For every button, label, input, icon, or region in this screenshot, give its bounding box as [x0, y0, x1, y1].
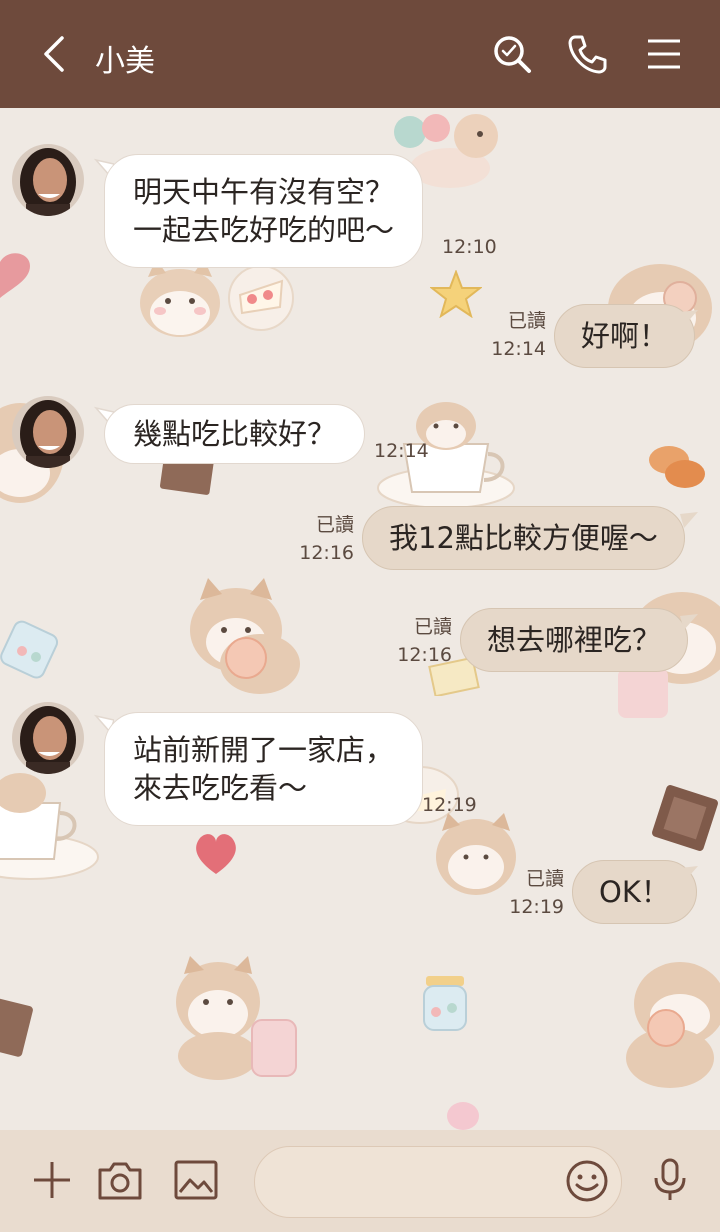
input-bar [0, 1130, 720, 1232]
bread-icon [649, 446, 705, 488]
star-icon [430, 270, 482, 318]
chat-area[interactable]: 明天中午有沒有空？ 一起去吃好吃的吧～ 12:10 已讀 12:14 好啊！ 幾… [0, 108, 720, 1130]
back-arrow-icon[interactable] [36, 34, 72, 74]
message-bubble[interactable]: OK！ [572, 860, 697, 924]
message-bubble[interactable]: 我12點比較方便喔～ [362, 506, 685, 570]
chat-header: 小美 [0, 0, 720, 108]
camera-icon[interactable] [96, 1156, 144, 1204]
candy-jar-icon [0, 620, 59, 679]
message-text: 我12點比較方便喔～ [389, 521, 658, 555]
message-text: 想去哪裡吃？ [487, 623, 662, 657]
avatar-photo [12, 144, 84, 216]
ice-cream-icon [447, 1102, 479, 1130]
chocolate-icon [0, 996, 33, 1057]
heart-icon [196, 834, 236, 874]
message-bubble[interactable]: 想去哪裡吃？ [460, 608, 689, 672]
bubble-tail [680, 512, 698, 528]
avatar-photo [12, 702, 84, 774]
read-receipt: 已讀 [413, 616, 452, 638]
contact-avatar[interactable] [12, 396, 84, 468]
microphone-icon[interactable] [646, 1156, 694, 1204]
image-icon[interactable] [172, 1156, 220, 1204]
bubble-tail [680, 866, 698, 882]
phone-icon[interactable] [565, 32, 609, 76]
message-text: OK！ [599, 875, 670, 909]
contact-avatar[interactable] [12, 702, 84, 774]
message-text: 來去吃吃看～ [133, 771, 308, 805]
read-receipt: 已讀 [525, 868, 564, 890]
message-time: 12:19 [509, 896, 564, 918]
read-receipt: 已讀 [315, 514, 354, 536]
avatar-photo [12, 396, 84, 468]
message-bubble[interactable]: 站前新開了一家店， 來去吃吃看～ [104, 712, 424, 826]
shiba-dog-balloon-icon [626, 962, 720, 1088]
read-receipt: 已讀 [507, 310, 546, 332]
message-text: 幾點吃比較好？ [133, 417, 337, 451]
message-bubble[interactable]: 幾點吃比較好？ [104, 404, 366, 464]
shiba-dog-balloon-icon [190, 578, 300, 694]
menu-icon[interactable] [642, 32, 686, 76]
bubble-tail [680, 614, 698, 630]
chocolate-icon [652, 785, 718, 851]
message-bubble[interactable]: 明天中午有沒有空？ 一起去吃好吃的吧～ [104, 154, 424, 268]
message-bubble[interactable]: 好啊！ [554, 304, 696, 368]
coffee-cup-shiba-icon [0, 773, 99, 880]
message-text: 站前新開了一家店， [133, 733, 395, 767]
plus-icon[interactable] [28, 1156, 76, 1204]
message-time: 12:16 [299, 542, 354, 564]
message-text: 明天中午有沒有空？ [133, 175, 395, 209]
message-time: 12:14 [374, 440, 429, 462]
message-text: 一起去吃好吃的吧～ [133, 213, 395, 247]
cake-icon [228, 265, 294, 331]
message-time: 12:14 [491, 338, 546, 360]
bubble-tail [680, 310, 698, 326]
shiba-dog-icon [176, 956, 297, 1080]
message-time: 12:10 [442, 236, 497, 258]
message-time: 12:19 [422, 794, 477, 816]
candy-jar-icon [423, 976, 467, 1031]
search-icon[interactable] [490, 32, 534, 76]
chat-title: 小美 [95, 44, 155, 79]
message-text: 好啊！ [581, 319, 669, 353]
heart-icon [0, 253, 30, 298]
contact-avatar[interactable] [12, 144, 84, 216]
message-time: 12:16 [397, 644, 452, 666]
emoji-icon[interactable] [564, 1158, 610, 1204]
